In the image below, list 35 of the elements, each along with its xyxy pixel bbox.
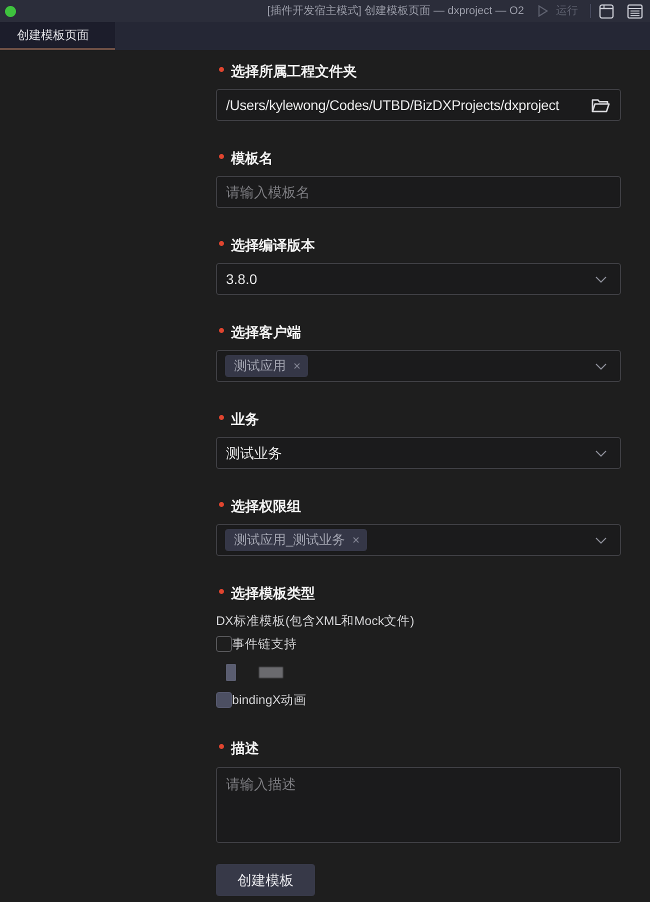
- folder-icon[interactable]: [591, 98, 610, 112]
- field-label: 模板名: [231, 148, 273, 168]
- window-control-icon[interactable]: [5, 6, 16, 16]
- chevron-down-icon: [595, 276, 607, 282]
- field-label: 选择所属工程文件夹: [231, 62, 357, 80]
- create-template-button[interactable]: 创建模板: [216, 864, 315, 896]
- field-label: 业务: [231, 410, 259, 428]
- field-label: 描述: [231, 738, 259, 758]
- window-title: [插件开发宿主模式] 创建模板页面 — dxproject — O2: [267, 4, 524, 19]
- play-icon: [538, 5, 548, 17]
- close-icon[interactable]: [353, 537, 360, 543]
- field-label: 选择编译版本: [231, 236, 315, 254]
- close-icon[interactable]: [294, 363, 300, 369]
- multi-select-field[interactable]: 测试应用: [216, 350, 621, 382]
- folder-path-field[interactable]: /Users/kylewong/Codes/UTBD/BizDXProjects/dxproject: [216, 89, 621, 121]
- window-icon[interactable]: [599, 4, 614, 18]
- chevron-down-icon: [595, 536, 607, 544]
- select-field[interactable]: 测试业务: [216, 437, 621, 469]
- panel-list-icon[interactable]: [627, 4, 643, 18]
- multi-select-field[interactable]: 测试应用_测试业务: [216, 524, 621, 556]
- field-label: 选择权限组: [231, 496, 301, 516]
- field-label: 选择模板类型: [231, 584, 315, 602]
- text-input-field[interactable]: 请输入模板名: [216, 176, 621, 208]
- tag-label: 测试应用: [234, 357, 286, 376]
- select-field[interactable]: 3.8.0: [216, 263, 621, 295]
- template-type-text: DX标准模板(包含XML和Mock文件): [216, 613, 414, 630]
- chevron-down-icon: [595, 450, 607, 456]
- chevron-down-icon: [595, 362, 607, 370]
- field-label: 选择客户端: [231, 322, 301, 342]
- editor-tab[interactable]: 创建模板页面: [0, 22, 115, 50]
- checkbox-label[interactable]: 事件链支持: [232, 634, 297, 654]
- tag-label: 测试应用_测试业务: [234, 531, 346, 550]
- description-field[interactable]: 请输入描述: [216, 767, 621, 843]
- checkbox[interactable]: [216, 636, 232, 652]
- redacted-block: [259, 666, 283, 678]
